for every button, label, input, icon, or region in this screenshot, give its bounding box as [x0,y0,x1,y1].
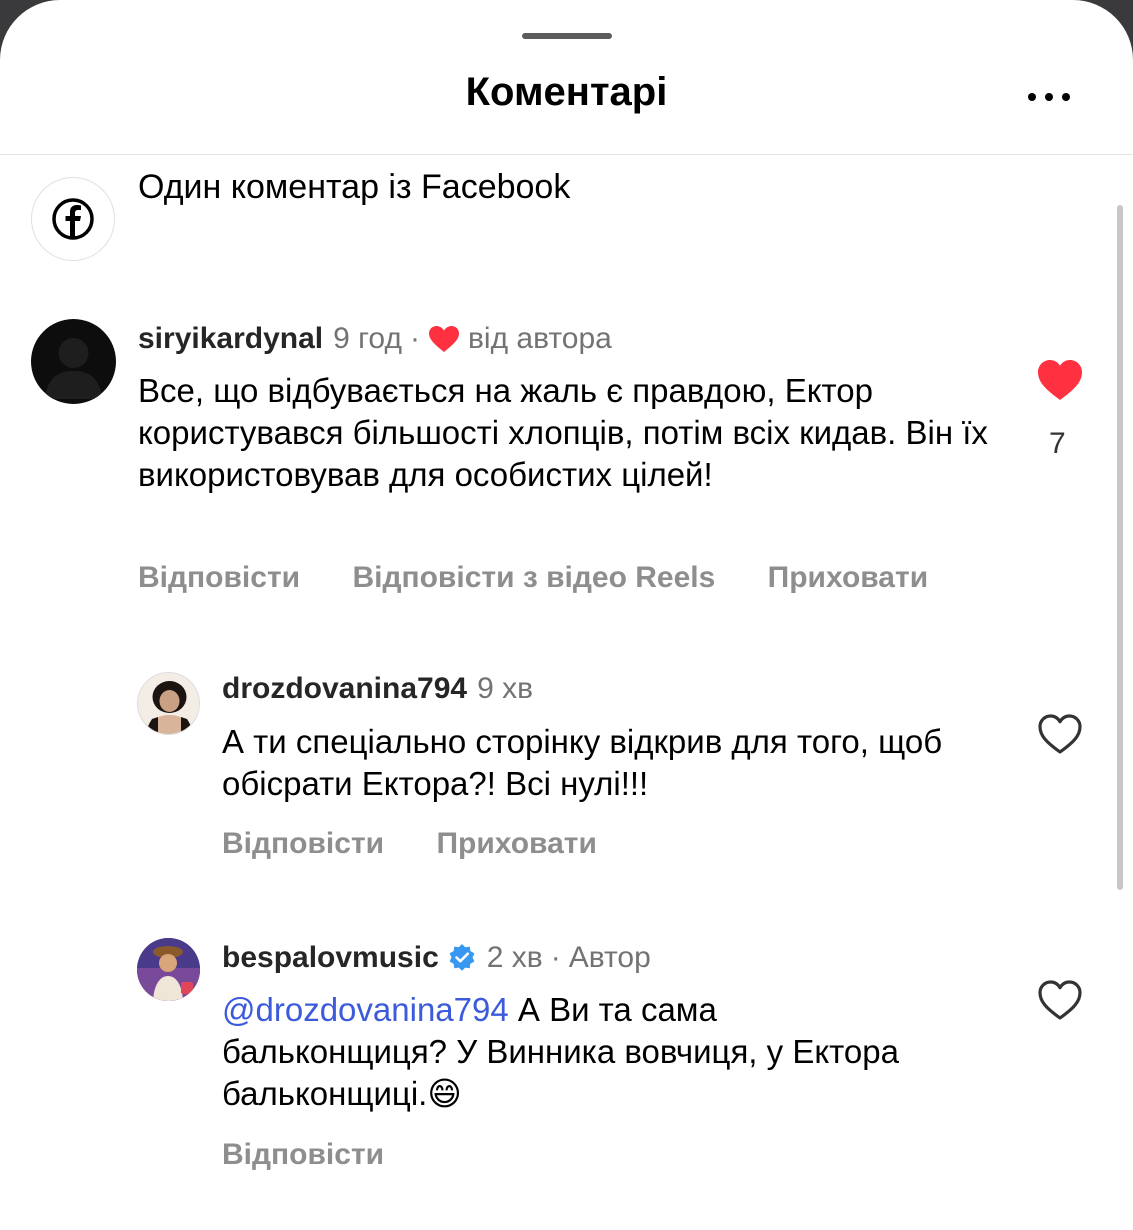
hide-button[interactable]: Приховати [436,827,596,860]
verified-badge-icon [449,944,475,971]
username[interactable]: drozdovanina794 [222,672,467,706]
avatar[interactable] [137,938,200,1001]
more-dot-icon [1028,93,1036,101]
comment-time: 9 хв [477,672,534,705]
reply-with-reels-button[interactable]: Відповісти з відео Reels [352,561,715,594]
comment-text: @drozdovanina794 А Ви та сама бальконщиц… [222,989,942,1115]
scrollbar[interactable] [1117,205,1123,890]
reply-button[interactable]: Відповісти [222,827,384,860]
author-liked-badge: від автора [467,322,612,355]
like-count: 7 [1049,427,1066,460]
meta-separator: · [409,322,420,355]
comments-sheet: Коментарі Один коментар із Facebook siry… [0,0,1133,1230]
facebook-comment-note: Один коментар із Facebook [138,168,571,206]
comment-time: 2 хв [486,941,543,974]
grinning-emoji-icon: 😄 [427,1074,462,1113]
username[interactable]: bespalovmusic [222,941,439,975]
comment-actions: Відповісти [222,1138,428,1172]
meta-separator: · [550,941,561,974]
comment-time: 9 год [333,322,402,355]
avatar[interactable] [31,319,116,404]
author-heart-icon [428,326,459,352]
heart-outline-icon[interactable] [1036,978,1084,1022]
more-options-button[interactable] [1020,80,1078,114]
comment-meta: drozdovanina794 9 хв [222,672,533,706]
comment-meta: bespalovmusic 2 хв · Автор [222,941,651,975]
comment-actions: Відповісти Приховати [222,827,641,861]
comment-actions: Відповісти Відповісти з відео Reels Прих… [138,561,972,595]
reply-button[interactable]: Відповісти [138,561,300,594]
comment-text: А ти спеціально сторінку відкрив для тог… [222,723,943,802]
author-badge: Автор [568,941,651,974]
heart-filled-icon[interactable] [1036,358,1084,402]
sheet-grabber[interactable] [522,33,612,39]
hide-button[interactable]: Приховати [768,561,928,594]
reply-button[interactable]: Відповісти [222,1138,384,1171]
more-dot-icon [1062,93,1070,101]
heart-outline-icon[interactable] [1036,712,1084,756]
comment-meta: siryikardynal 9 год · від автора [138,322,612,356]
facebook-icon [31,177,115,261]
comment-text: Все, що відбувається на жаль є правдою, … [138,372,988,493]
page-title: Коментарі [465,70,668,114]
avatar[interactable] [137,672,200,735]
username[interactable]: siryikardynal [138,322,323,356]
more-dot-icon [1045,93,1053,101]
mention-link[interactable]: @drozdovanina794 [222,991,509,1028]
header-divider [0,154,1133,155]
